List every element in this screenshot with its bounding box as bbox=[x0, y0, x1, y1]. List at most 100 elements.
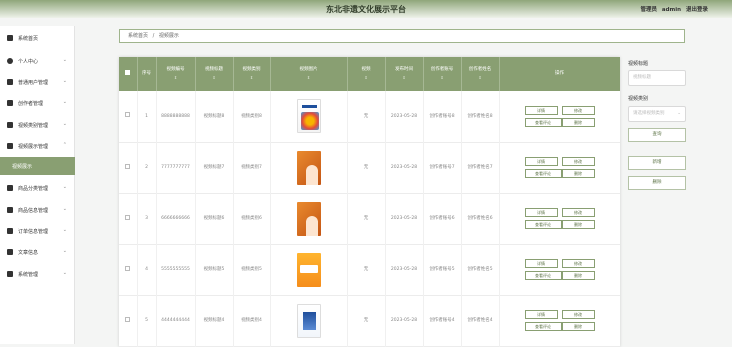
delete-button[interactable]: 删除 bbox=[561, 169, 595, 178]
title-cell: 视频标题5 bbox=[195, 244, 234, 295]
video-cover-image[interactable] bbox=[296, 303, 321, 338]
column-header-cover[interactable]: 视频图片 ⇕ bbox=[270, 57, 348, 91]
account-cell: 创作者账号4 bbox=[423, 295, 462, 346]
code-cell: 8888888888 bbox=[156, 91, 196, 142]
column-header-label: 视频编号 bbox=[166, 67, 185, 72]
video-cover-image[interactable] bbox=[296, 99, 321, 134]
sidebar-item-label: 创作者管理 bbox=[18, 100, 44, 107]
time-cell: 2023-05-28 bbox=[385, 193, 424, 244]
detail-button[interactable]: 详情 bbox=[524, 310, 558, 319]
category-cell: 视频类别5 bbox=[233, 244, 271, 295]
column-header-time[interactable]: 发布时间 ⇕ bbox=[385, 57, 424, 91]
delete-button[interactable]: 删除 bbox=[561, 220, 595, 229]
name-cell: 创作者姓名5 bbox=[461, 244, 500, 295]
edit-button[interactable]: 修改 bbox=[561, 259, 595, 268]
sidebar-item-video-display[interactable]: 视频展示 bbox=[0, 157, 75, 175]
delete-button[interactable]: 删除 bbox=[561, 271, 595, 280]
row-select-cell bbox=[119, 295, 138, 346]
sidebar-item-label: 视频类别管理 bbox=[18, 122, 49, 129]
edit-button[interactable]: 修改 bbox=[561, 208, 595, 217]
category-filter-select[interactable]: 请选择视频类别 ⌄ bbox=[628, 106, 686, 122]
sidebar-item-products[interactable]: 商品信息管理 ⌄ bbox=[0, 201, 75, 219]
grid-icon bbox=[7, 271, 13, 277]
edit-button[interactable]: 修改 bbox=[561, 310, 595, 319]
batch-delete-button[interactable]: 删除 bbox=[628, 176, 686, 190]
logout-link[interactable]: 退出登录 bbox=[686, 7, 708, 13]
actions-cell: 详情 修改查看评论 删除 bbox=[499, 91, 620, 142]
detail-button[interactable]: 详情 bbox=[524, 259, 558, 268]
row-checkbox[interactable] bbox=[125, 316, 131, 322]
sidebar-item-video-categories[interactable]: 视频类别管理 ⌄ bbox=[0, 116, 75, 134]
sidebar-item-label: 文章信息 bbox=[18, 249, 39, 256]
column-header-account[interactable]: 创作者账号 ⇕ bbox=[423, 57, 462, 91]
column-header-code[interactable]: 视频编号 ⇕ bbox=[156, 57, 196, 91]
video-cell: 无 bbox=[347, 142, 386, 193]
breadcrumb: 系统首页 / 视频展示 bbox=[119, 29, 685, 43]
name-cell: 创作者姓名4 bbox=[461, 295, 500, 346]
video-cover-image[interactable] bbox=[296, 201, 321, 236]
sidebar-item-creators[interactable]: 创作者管理 ⌄ bbox=[0, 94, 75, 112]
category-cell: 视频类别7 bbox=[233, 142, 271, 193]
chevron-down-icon: ⌄ bbox=[62, 206, 67, 212]
sidebar-item-label: 视频展示管理 bbox=[18, 143, 49, 150]
select-all-checkbox[interactable] bbox=[125, 69, 131, 75]
column-header-label: 视频标题 bbox=[205, 67, 223, 72]
search-button[interactable]: 查询 bbox=[628, 128, 686, 142]
sidebar-item-articles[interactable]: 文章信息 ⌄ bbox=[0, 243, 75, 261]
sidebar: 系统首页 个人中心 ⌄ 普通用户管理 ⌄ 创作者管理 ⌄ 视频类别管理 ⌄ 视频展示管理… bbox=[0, 26, 75, 344]
sidebar-item-product-categories[interactable]: 商品分类管理 ⌄ bbox=[0, 179, 75, 197]
row-checkbox[interactable] bbox=[125, 112, 131, 118]
add-button[interactable]: 新增 bbox=[628, 156, 686, 170]
edit-button[interactable]: 修改 bbox=[561, 105, 595, 115]
view-comments-button[interactable]: 查看评论 bbox=[524, 271, 562, 280]
index-cell: 3 bbox=[137, 193, 157, 244]
row-checkbox[interactable] bbox=[125, 163, 131, 169]
view-comments-button[interactable]: 查看评论 bbox=[524, 169, 562, 178]
edit-button[interactable]: 修改 bbox=[561, 157, 595, 166]
table-body: 1 8888888888 视频标题8 视频类别8 无 2023-05-28 创作… bbox=[119, 91, 620, 346]
sidebar-item-profile[interactable]: 个人中心 ⌄ bbox=[0, 52, 75, 70]
cover-cell bbox=[270, 295, 348, 346]
index-cell: 1 bbox=[137, 91, 157, 142]
time-cell: 2023-05-28 bbox=[385, 295, 424, 346]
account-cell: 创作者账号6 bbox=[423, 193, 462, 244]
chevron-down-icon: ⌄ bbox=[62, 78, 67, 84]
table-row: 1 8888888888 视频标题8 视频类别8 无 2023-05-28 创作… bbox=[119, 91, 620, 142]
sort-icon: ⇕ bbox=[173, 75, 178, 80]
sidebar-item-label: 普通用户管理 bbox=[18, 79, 49, 86]
code-cell: 4444444444 bbox=[156, 295, 196, 346]
video-cell: 无 bbox=[347, 193, 386, 244]
detail-button[interactable]: 详情 bbox=[524, 157, 558, 166]
breadcrumb-home[interactable]: 系统首页 bbox=[128, 33, 148, 39]
row-checkbox[interactable] bbox=[125, 214, 131, 220]
sidebar-item-home[interactable]: 系统首页 bbox=[0, 29, 75, 47]
breadcrumb-current: 视频展示 bbox=[158, 33, 179, 39]
table-row: 3 6666666666 视频标题6 视频类别6 无 2023-05-28 创作… bbox=[119, 193, 620, 244]
index-cell: 2 bbox=[137, 142, 157, 193]
column-header-title[interactable]: 视频标题 ⇕ bbox=[195, 57, 234, 91]
view-comments-button[interactable]: 查看评论 bbox=[524, 117, 562, 127]
column-header-category[interactable]: 视频类别 ⇕ bbox=[233, 57, 271, 91]
row-select-cell bbox=[119, 193, 138, 244]
video-cover-image[interactable] bbox=[296, 252, 321, 287]
delete-button[interactable]: 删除 bbox=[561, 322, 595, 331]
delete-button[interactable]: 删除 bbox=[561, 117, 595, 127]
view-comments-button[interactable]: 查看评论 bbox=[524, 322, 562, 331]
code-cell: 5555555555 bbox=[156, 244, 196, 295]
top-header: 东北非遗文化展示平台 管理员 admin 退出登录 bbox=[0, 0, 732, 18]
column-header-name[interactable]: 创作者姓名 ⇕ bbox=[461, 57, 500, 91]
row-checkbox[interactable] bbox=[125, 265, 131, 271]
title-cell: 视频标题6 bbox=[195, 193, 234, 244]
sidebar-item-system[interactable]: 系统管理 ⌄ bbox=[0, 265, 75, 283]
code-cell: 6666666666 bbox=[156, 193, 196, 244]
video-cover-image[interactable] bbox=[296, 150, 321, 185]
category-filter-label: 视频类别 bbox=[628, 96, 649, 102]
sidebar-item-users[interactable]: 普通用户管理 ⌄ bbox=[0, 73, 75, 91]
detail-button[interactable]: 详情 bbox=[524, 208, 558, 217]
view-comments-button[interactable]: 查看评论 bbox=[524, 220, 562, 229]
sidebar-item-video-display-mgmt[interactable]: 视频展示管理 ⌃ bbox=[0, 137, 75, 155]
title-filter-input[interactable]: 视频标题 bbox=[628, 70, 686, 86]
column-header-video[interactable]: 视频 ⇕ bbox=[347, 57, 386, 91]
sidebar-item-orders[interactable]: 订单信息管理 ⌄ bbox=[0, 222, 75, 240]
detail-button[interactable]: 详情 bbox=[524, 105, 558, 115]
